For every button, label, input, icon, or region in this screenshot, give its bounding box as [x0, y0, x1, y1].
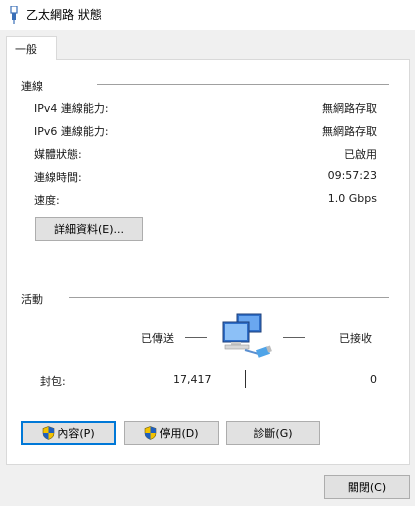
media-state-value: 已啟用	[344, 148, 377, 161]
ipv4-value: 無網路存取	[322, 102, 377, 115]
received-line	[283, 337, 305, 338]
ipv6-label: IPv6 連線能力:	[34, 125, 109, 138]
properties-button[interactable]: 內容(P)	[21, 421, 116, 445]
activity-divider	[69, 297, 389, 298]
received-label: 已接收	[339, 332, 372, 345]
properties-label: 內容(P)	[57, 427, 95, 440]
ipv6-value: 無網路存取	[322, 125, 377, 138]
speed-value: 1.0 Gbps	[327, 192, 377, 205]
ipv4-label: IPv4 連線能力:	[34, 102, 109, 115]
connection-divider	[97, 84, 389, 85]
activity-heading: 活動	[21, 293, 43, 306]
duration-value: 09:57:23	[327, 169, 377, 182]
packets-separator	[245, 370, 246, 388]
packets-received-value: 0	[370, 373, 377, 386]
uac-shield-icon	[145, 426, 157, 440]
packets-label: 封包:	[40, 375, 66, 388]
disable-button[interactable]: 停用(D)	[124, 421, 219, 445]
close-button[interactable]: 關閉(C)	[324, 475, 410, 499]
speed-label: 速度:	[34, 194, 60, 207]
window-title: 乙太網路 狀態	[26, 8, 102, 22]
disable-label: 停用(D)	[159, 427, 199, 440]
sent-label: 已傳送	[141, 332, 174, 345]
title-bar: 乙太網路 狀態	[0, 0, 415, 30]
network-computers-icon	[222, 313, 272, 358]
diagnose-button[interactable]: 診斷(G)	[226, 421, 320, 445]
tab-general[interactable]: 一般	[6, 36, 57, 60]
ethernet-plug-icon	[10, 6, 18, 24]
media-state-label: 媒體狀態:	[34, 148, 82, 161]
general-panel: 連線 IPv4 連線能力: 無網路存取 IPv6 連線能力: 無網路存取 媒體狀…	[6, 59, 410, 465]
packets-sent-value: 17,417	[173, 373, 212, 386]
uac-shield-icon	[43, 426, 55, 440]
duration-label: 連線時間:	[34, 171, 82, 184]
details-button[interactable]: 詳細資料(E)...	[35, 217, 143, 241]
connection-heading: 連線	[21, 80, 43, 93]
sent-line	[185, 337, 207, 338]
